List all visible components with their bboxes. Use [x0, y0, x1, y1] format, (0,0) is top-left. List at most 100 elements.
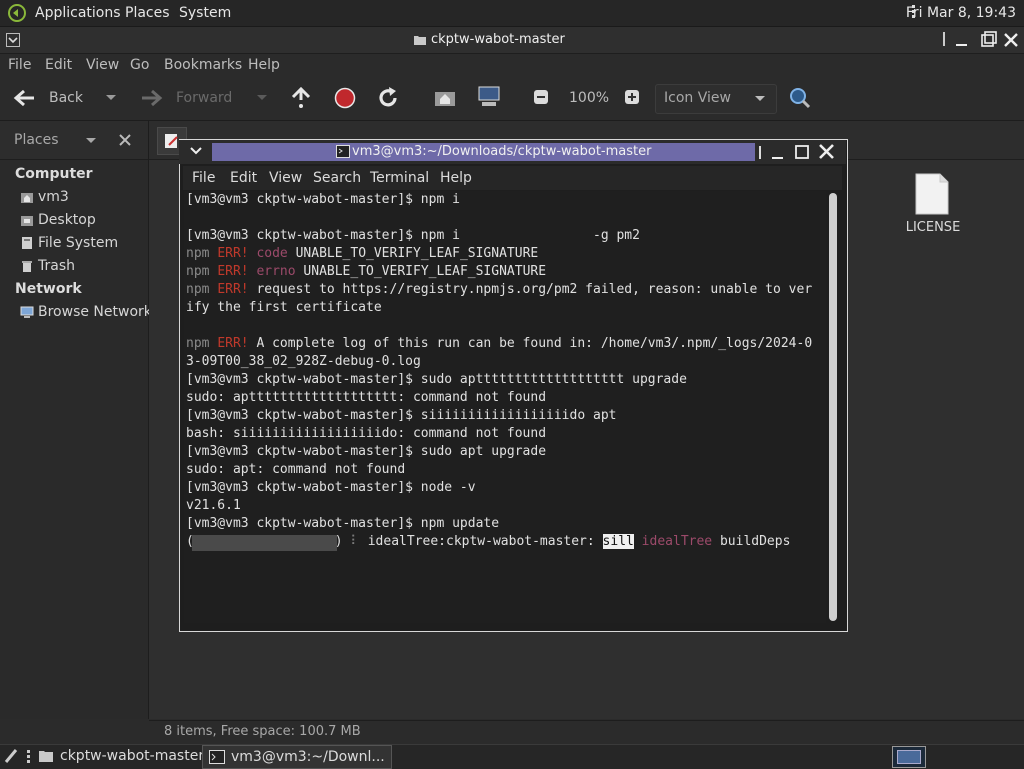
forward-button[interactable]: Forward	[176, 90, 232, 106]
view-mode-label: Icon View	[664, 90, 731, 106]
terminal-line: npm ERR! code UNABLE_TO_VERIFY_LEAF_SIGN…	[186, 245, 538, 263]
forward-arrow-icon[interactable]	[140, 88, 164, 108]
computer-icon[interactable]	[477, 86, 501, 108]
terminal-text: errno	[248, 264, 296, 279]
sidebar-item-vm3[interactable]: vm3	[20, 189, 69, 205]
terminal-text: [vm3@vm3 ckptw-wabot-master]$ sudo apttt…	[186, 372, 687, 387]
home-folder-icon	[21, 193, 33, 203]
terminal-text: [vm3@vm3 ckptw-wabot-master]$ npm update	[186, 516, 500, 531]
menu-terminal[interactable]: Terminal	[370, 170, 429, 186]
stop-icon[interactable]	[334, 87, 356, 109]
sidebar-item-label: File System	[38, 235, 119, 251]
terminal-text: idealTree:ckptw-wabot-master:	[359, 534, 603, 549]
sidebar-item-label: Browse Network	[38, 304, 152, 320]
home-folder-icon[interactable]	[434, 87, 456, 107]
file-name-label[interactable]: LICENSE	[900, 220, 966, 235]
reload-icon[interactable]	[376, 86, 400, 110]
taskbar-item-file-manager[interactable]: ckptw-wabot-master	[38, 745, 204, 767]
forward-history-dropdown-icon[interactable]	[256, 94, 268, 102]
terminal-text: sudo: apt: command not found	[186, 462, 406, 477]
terminal-text: UNABLE_TO_VERIFY_LEAF_SIGNATURE	[287, 246, 539, 261]
terminal-line: sudo: apttttttttttttttttttt: command not…	[186, 389, 546, 407]
menu-search[interactable]: Search	[313, 170, 361, 186]
menu-bookmarks[interactable]: Bookmarks	[164, 57, 242, 73]
back-history-dropdown-icon[interactable]	[105, 94, 117, 102]
terminal-text: request to https://registry.npmjs.org/pm…	[248, 282, 813, 297]
terminal-text: ERR!	[217, 264, 249, 279]
terminal-line: v21.6.1	[186, 497, 241, 515]
desktop-folder-icon	[21, 216, 33, 226]
terminal-text: npm	[186, 336, 218, 351]
taskbar-item-terminal[interactable]: vm3@vm3:~/Downl...	[202, 745, 392, 769]
terminal-scrollbar[interactable]	[829, 193, 837, 621]
terminal-line: [vm3@vm3 ckptw-wabot-master]$ node -v	[186, 479, 476, 497]
zoom-out-icon[interactable]	[533, 89, 549, 105]
maximize-icon[interactable]	[794, 144, 810, 160]
menu-view[interactable]: View	[86, 57, 119, 73]
terminal-text: ERR!	[217, 282, 249, 297]
terminal-text: buildDeps	[712, 534, 791, 549]
close-icon[interactable]	[1002, 31, 1020, 49]
terminal-text: [vm3@vm3 ckptw-wabot-master]$ npm i	[186, 192, 460, 207]
menu-edit[interactable]: Edit	[230, 170, 257, 186]
taskbar-handle-icon[interactable]	[27, 749, 31, 763]
back-arrow-icon[interactable]	[12, 88, 36, 108]
terminal-line: [vm3@vm3 ckptw-wabot-master]$ siiiiiiiii…	[186, 407, 616, 425]
minimize-icon[interactable]	[953, 31, 971, 49]
window-menu-icon[interactable]	[6, 33, 20, 47]
terminal-line: npm ERR! A complete log of this run can …	[186, 335, 812, 353]
sidebar-item-browse-network[interactable]: Browse Network	[20, 304, 152, 320]
sidebar-title[interactable]: Places	[14, 132, 59, 148]
terminal-line: npm ERR! request to https://registry.npm…	[186, 281, 812, 299]
chevron-down-icon[interactable]	[85, 137, 97, 145]
sidebar-item-file-system[interactable]: File System	[20, 235, 118, 251]
sidebar-section-computer: Computer	[15, 166, 93, 182]
terminal-icon	[336, 145, 350, 158]
terminal-text: ERR!	[217, 336, 249, 351]
minimize-icon[interactable]	[770, 145, 786, 161]
terminal-line: sudo: apt: command not found	[186, 461, 405, 479]
terminal-text: sill	[602, 534, 634, 549]
workspace-switcher[interactable]	[892, 746, 926, 768]
sidebar-item-trash[interactable]: Trash	[20, 258, 75, 274]
terminal-text: code	[248, 246, 288, 261]
text-file-icon[interactable]	[914, 172, 950, 216]
status-text: 8 items, Free space: 100.7 MB	[164, 724, 361, 739]
close-icon[interactable]	[818, 143, 835, 160]
menu-file[interactable]: File	[192, 170, 215, 186]
terminal-line: [vm3@vm3 ckptw-wabot-master]$ npm update	[186, 515, 499, 533]
terminal-line: ( ) ⠇ idealTree:ckptw-wabot-master: sill…	[186, 533, 790, 551]
terminal-menubar: File Edit View Search Terminal Help	[183, 166, 842, 190]
system-menu[interactable]: System	[179, 5, 231, 21]
zoom-in-icon[interactable]	[624, 89, 640, 105]
sidebar-header: Places	[0, 121, 148, 160]
places-menu[interactable]: Places	[125, 5, 170, 21]
terminal-line: ify the first certificate	[186, 299, 382, 317]
menu-help[interactable]: Help	[440, 170, 472, 186]
distro-logo-icon[interactable]	[8, 4, 26, 22]
terminal-line: npm ERR! errno UNABLE_TO_VERIFY_LEAF_SIG…	[186, 263, 546, 281]
sidebar-item-desktop[interactable]: Desktop	[20, 212, 96, 228]
show-desktop-icon[interactable]	[4, 748, 18, 764]
terminal-line: [vm3@vm3 ckptw-wabot-master]$ sudo apt u…	[186, 443, 546, 461]
terminal-title: vm3@vm3:~/Downloads/ckptw-wabot-master	[352, 144, 652, 159]
applications-menu[interactable]: Applications	[35, 5, 121, 21]
search-icon[interactable]	[788, 86, 812, 110]
workspace-1[interactable]	[897, 750, 921, 764]
menu-file[interactable]: File	[8, 57, 31, 73]
terminal-text: ( )	[186, 534, 351, 549]
sidebar-section-network: Network	[15, 281, 82, 297]
window-menu-icon[interactable]	[189, 145, 203, 157]
up-arrow-icon[interactable]	[290, 86, 312, 110]
back-button[interactable]: Back	[49, 90, 83, 106]
menu-edit[interactable]: Edit	[45, 57, 72, 73]
terminal-line: [vm3@vm3 ckptw-wabot-master]$ npm i -g p…	[186, 227, 640, 245]
menu-go[interactable]: Go	[130, 57, 149, 73]
view-mode-select[interactable]: Icon View	[655, 84, 777, 114]
maximize-icon[interactable]	[979, 31, 997, 49]
file-manager-menubar: File Edit View Go Bookmarks Help	[0, 54, 1024, 78]
close-sidebar-icon[interactable]	[119, 134, 131, 146]
clock[interactable]: Fri Mar 8, 19:43	[906, 5, 1016, 21]
menu-view[interactable]: View	[269, 170, 302, 186]
menu-help[interactable]: Help	[248, 57, 280, 73]
